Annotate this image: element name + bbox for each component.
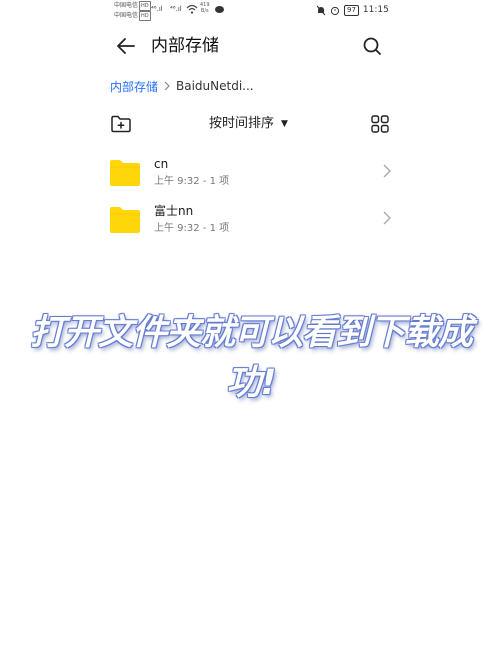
carrier-1-label: 中国电信: [114, 2, 139, 9]
mute-icon: [316, 5, 326, 15]
status-bar: 中国电信 HD 中国电信 HD ⁴⁶.ıl ⁴⁶.ıl 419 B/s 97 11:…: [0, 0, 500, 22]
caret-down-icon: ▼: [281, 119, 288, 129]
new-folder-icon[interactable]: [110, 114, 132, 134]
chevron-right-icon: [164, 81, 170, 91]
search-icon[interactable]: [360, 34, 384, 58]
folder-meta: 上午 9:32 - 1 项: [154, 223, 230, 234]
net-speed: 419 B/s: [200, 2, 210, 14]
grid-view-icon[interactable]: [370, 114, 390, 134]
breadcrumb-root[interactable]: 内部存储: [110, 78, 158, 95]
wifi-icon: [186, 4, 198, 14]
folder-icon: [110, 160, 140, 186]
alarm-icon: [330, 6, 340, 15]
page-title: 内部存储: [151, 36, 219, 56]
overlay-caption: 打开文件夹就可以看到下载成功!: [29, 313, 473, 403]
folder-icon: [110, 207, 140, 233]
list-item[interactable]: 富士nn 上午 9:32 - 1 项: [106, 203, 396, 245]
list-item[interactable]: cn 上午 9:32 - 1 项: [106, 156, 396, 198]
app-bar: 内部存储: [0, 28, 500, 64]
hd-badge: HD: [139, 11, 151, 21]
sort-label: 按时间排序: [209, 116, 275, 131]
battery-icon: 97: [344, 4, 359, 16]
message-icon: [215, 6, 224, 13]
status-right: 97 11:15: [316, 3, 389, 17]
carrier-info: 中国电信 HD 中国电信 HD: [114, 1, 151, 21]
clock: 11:15: [362, 5, 389, 15]
arrow-left-icon[interactable]: [114, 34, 138, 58]
folder-meta: 上午 9:32 - 1 项: [154, 176, 230, 187]
breadcrumb: 内部存储 BaiduNetdi...: [110, 76, 254, 96]
signal-1-icon: ⁴⁶.ıl: [151, 5, 163, 13]
toolbar: 按时间排序 ▼: [0, 112, 500, 138]
carrier-2-label: 中国电信: [114, 12, 139, 19]
hd-badge: HD: [139, 1, 151, 11]
folder-name: cn: [154, 157, 169, 171]
signal-2-icon: ⁴⁶.ıl: [170, 5, 182, 13]
net-speed-unit: B/s: [200, 8, 209, 14]
chevron-right-icon: [383, 211, 391, 225]
sort-dropdown[interactable]: 按时间排序 ▼: [209, 115, 288, 133]
chevron-right-icon: [383, 164, 391, 178]
breadcrumb-current[interactable]: BaiduNetdi...: [176, 79, 254, 93]
folder-name: 富士nn: [154, 204, 194, 218]
